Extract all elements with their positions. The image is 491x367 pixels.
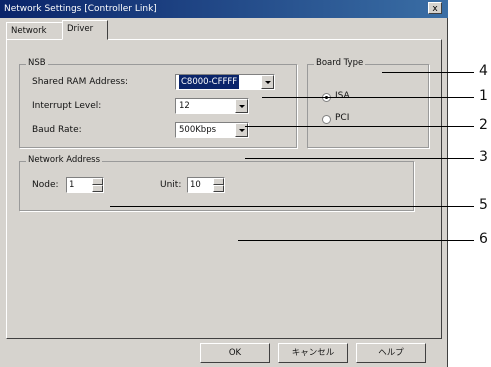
interrupt-level-label: Interrupt Level: <box>32 101 102 111</box>
spin-down-icon[interactable] <box>92 185 103 192</box>
tab-network[interactable]: Network <box>6 22 62 39</box>
interrupt-level-value: 12 <box>179 101 190 111</box>
baud-rate-label: Baud Rate: <box>32 125 82 135</box>
board-type-group: Board Type ISA PCI <box>307 58 429 148</box>
callout-5: 5 <box>479 197 488 213</box>
nsb-group: NSB Shared RAM Address: C8000-CFFFF Inte… <box>19 58 297 148</box>
baud-rate-value: 500Kbps <box>179 125 217 135</box>
window-title: Network Settings [Controller Link] <box>4 4 157 14</box>
callout-line-2 <box>245 126 474 127</box>
callout-2: 2 <box>479 117 488 133</box>
unit-spinner[interactable]: 10 <box>187 177 225 193</box>
shared-ram-label: Shared RAM Address: <box>32 77 129 87</box>
spin-up-icon[interactable] <box>213 178 224 185</box>
driver-tab-panel: NSB Shared RAM Address: C8000-CFFFF Inte… <box>6 39 442 339</box>
spin-down-icon[interactable] <box>213 185 224 192</box>
baud-rate-select[interactable]: 500Kbps <box>175 122 249 138</box>
board-type-group-label: Board Type <box>314 58 366 68</box>
shared-ram-value: C8000-CFFFF <box>179 75 240 89</box>
interrupt-level-select[interactable]: 12 <box>175 98 249 114</box>
callout-4: 4 <box>479 63 488 79</box>
network-address-group-label: Network Address <box>26 155 103 165</box>
callout-line-5 <box>110 206 474 207</box>
callout-3: 3 <box>479 149 488 165</box>
radio-isa-label: ISA <box>335 91 350 101</box>
radio-pci-label: PCI <box>335 113 350 123</box>
tab-driver[interactable]: Driver <box>62 20 108 40</box>
network-address-group: Network Address Node: 1 Unit: 10 <box>19 155 414 211</box>
chevron-down-icon[interactable] <box>235 99 248 113</box>
callout-1: 1 <box>479 88 488 104</box>
callout-line-1 <box>262 97 474 98</box>
radio-pci[interactable] <box>322 115 331 124</box>
unit-value: 10 <box>190 180 201 190</box>
callout-line-6 <box>238 240 474 241</box>
callout-line-3 <box>245 158 474 159</box>
chevron-down-icon[interactable] <box>261 75 274 89</box>
unit-label: Unit: <box>160 180 182 190</box>
help-button[interactable]: ヘルプ <box>356 343 426 363</box>
callout-6: 6 <box>479 231 488 247</box>
nsb-group-label: NSB <box>26 58 48 68</box>
node-spinner-buttons <box>92 178 103 192</box>
title-bar: Network Settings [Controller Link] x <box>0 0 448 18</box>
ok-button[interactable]: OK <box>200 343 270 363</box>
network-settings-dialog: Network Settings [Controller Link] x Net… <box>0 0 448 367</box>
callout-line-4 <box>382 72 474 73</box>
shared-ram-select[interactable]: C8000-CFFFF <box>175 74 275 90</box>
node-spinner[interactable]: 1 <box>66 177 104 193</box>
close-button[interactable]: x <box>428 2 442 14</box>
node-value: 1 <box>69 180 75 190</box>
node-label: Node: <box>32 180 59 190</box>
unit-spinner-buttons <box>213 178 224 192</box>
cancel-button[interactable]: キャンセル <box>278 343 348 363</box>
spin-up-icon[interactable] <box>92 178 103 185</box>
